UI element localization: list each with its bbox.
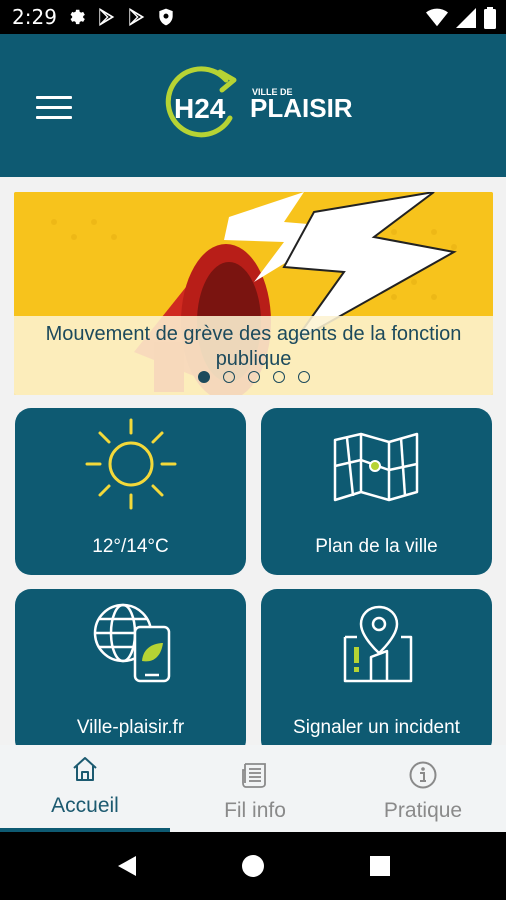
tab-pratique-label: Pratique [383,799,463,822]
tab-accueil[interactable]: Accueil [0,745,170,832]
logo-big-text: PLAISIR [250,93,353,123]
carousel-dot[interactable] [198,371,210,383]
newspaper-icon [242,763,266,788]
battery-icon [484,7,496,29]
status-time: 2:29 [12,5,57,29]
app-header: H24 VILLE DE PLAISIR [0,34,506,177]
hamburger-menu-icon[interactable] [36,96,76,120]
tab-accueil-label: Accueil [51,794,119,817]
website-label: Ville-plaisir.fr [76,717,185,738]
sun-icon [85,418,177,510]
play-store-icon [99,8,115,26]
shield-icon [159,8,173,26]
home-button-icon[interactable] [241,854,265,878]
carousel-dot[interactable] [248,371,260,383]
home-content: Mouvement de grève des agents de la fonc… [0,177,506,745]
tab-fil-info-label: Fil info [224,799,286,822]
globe-phone-icon [93,603,171,683]
home-icon [73,757,97,781]
carousel-dot[interactable] [223,371,235,383]
info-icon [409,761,437,789]
wifi-icon [426,8,448,27]
report-incident-label: Signaler un incident [293,717,460,738]
location-incident-icon [343,605,413,683]
weather-label: 12°/14°C [92,536,169,557]
city-map-label: Plan de la ville [315,536,438,557]
bottom-navigation: Accueil Fil info Pratique [0,745,506,832]
logo-badge: H24 [174,93,226,124]
carousel-dot[interactable] [273,371,285,383]
news-carousel[interactable]: Mouvement de grève des agents de la fonc… [14,192,493,395]
settings-icon [70,9,85,25]
carousel-dot[interactable] [298,371,310,383]
weather-tile[interactable]: 12°/14°C [15,408,246,575]
ville-de-plaisir-logo: H24 VILLE DE PLAISIR [165,66,353,138]
status-bar: 2:29 [0,0,506,34]
news-caption[interactable]: Mouvement de grève des agents de la fonc… [24,322,483,372]
system-navigation-bar [0,832,506,900]
website-tile[interactable]: Ville-plaisir.fr [15,589,246,745]
recents-icon[interactable] [368,854,392,878]
city-map-tile[interactable]: Plan de la ville [261,408,492,575]
play-store-icon [129,8,145,26]
back-icon[interactable] [114,854,138,878]
carousel-indicators [0,371,506,383]
signal-icon [456,8,476,28]
tab-fil-info[interactable]: Fil info [170,745,340,832]
map-icon [333,432,419,502]
report-incident-tile[interactable]: Signaler un incident [261,589,492,745]
tab-pratique[interactable]: Pratique [340,745,506,832]
